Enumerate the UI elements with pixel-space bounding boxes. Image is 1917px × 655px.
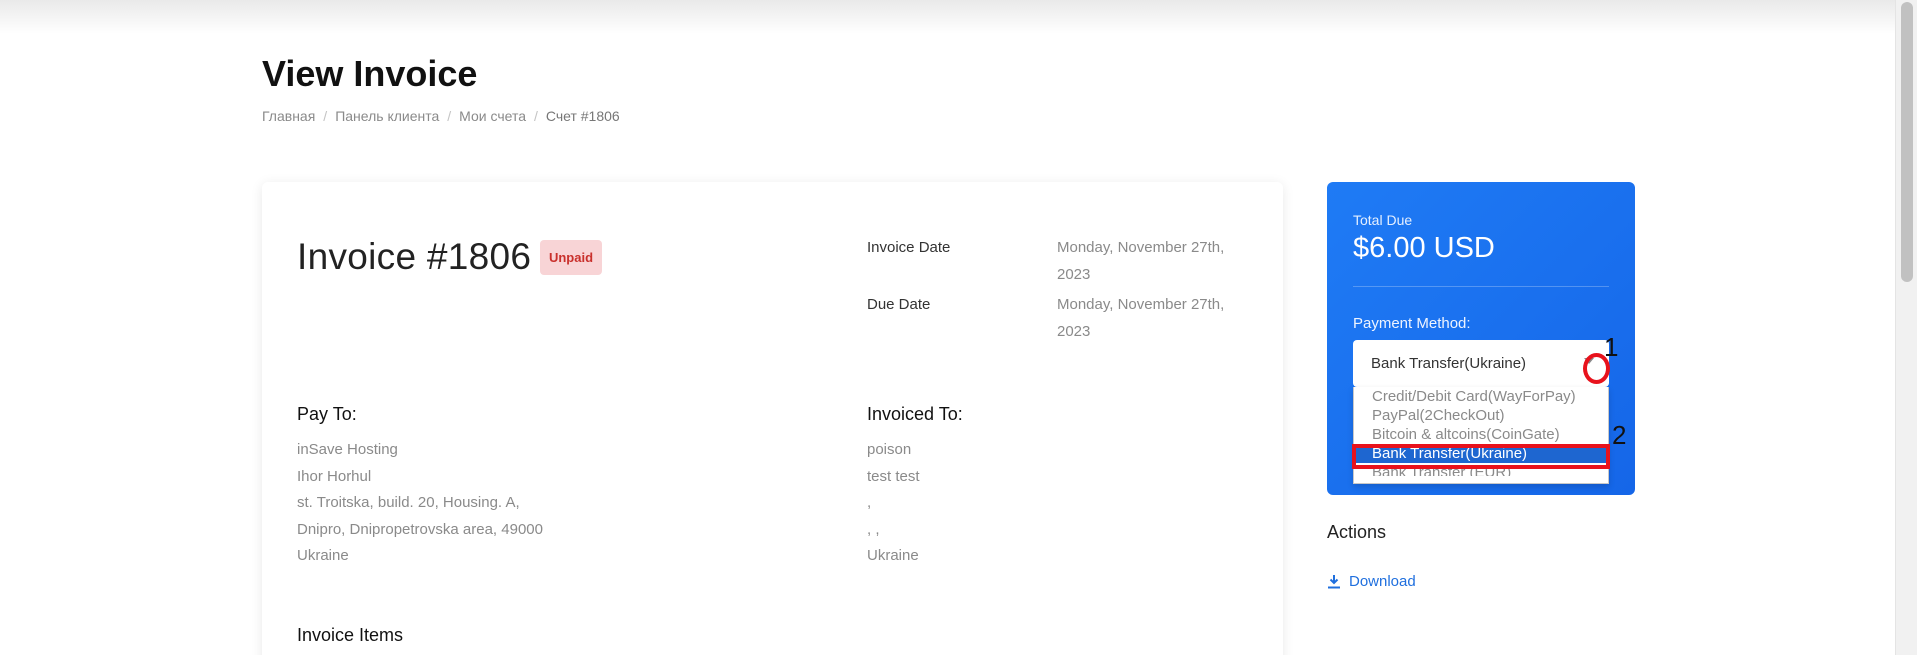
payment-method-dropdown-list[interactable]: Credit/Debit Card(WayForPay) PayPal(2Che… xyxy=(1353,387,1609,484)
download-link[interactable]: Download xyxy=(1327,573,1416,590)
dropdown-option-wayforpay[interactable]: Credit/Debit Card(WayForPay) xyxy=(1354,387,1608,406)
dropdown-option-coingate[interactable]: Bitcoin & altcoins(CoinGate) xyxy=(1354,425,1608,444)
breadcrumb-current: Счет #1806 xyxy=(545,108,620,124)
breadcrumb-home[interactable]: Главная xyxy=(262,108,315,124)
breadcrumb-separator: / xyxy=(447,108,452,124)
page-scrollbar[interactable] xyxy=(1895,0,1917,655)
pay-to-heading: Pay To: xyxy=(297,404,357,424)
total-due-amount: $6.00 USD xyxy=(1353,232,1495,264)
payment-method-selected: Bank Transfer(Ukraine) xyxy=(1371,355,1527,372)
invoiced-to-heading: Invoiced To: xyxy=(867,404,963,424)
scrollbar-thumb[interactable] xyxy=(1901,2,1913,282)
invoiced-to-line: Ukraine xyxy=(867,547,919,564)
invoiced-to-address: poison test test , , , Ukraine xyxy=(867,437,920,570)
breadcrumb: Главная / Панель клиента / Мои счета / С… xyxy=(262,108,620,124)
pay-to-line: Dnipro, Dnipropetrovska area, 49000 xyxy=(297,520,543,538)
payment-method-label: Payment Method: xyxy=(1353,315,1471,332)
due-date-label: Due Date xyxy=(867,296,931,313)
pay-to-line: inSave Hosting xyxy=(297,441,398,458)
invoice-title: Invoice #1806 xyxy=(297,236,532,277)
download-icon xyxy=(1328,575,1340,589)
pay-to-line: Ukraine xyxy=(297,547,349,564)
due-date-value: Monday, November 27th, 2023 xyxy=(1057,296,1225,340)
payment-method-select[interactable]: Bank Transfer(Ukraine) xyxy=(1353,340,1609,387)
top-header-shadow xyxy=(0,0,1895,34)
pay-to-line: Ihor Horhul xyxy=(297,467,372,485)
pay-to-address: inSave Hosting Ihor Horhul st. Troitska,… xyxy=(297,437,543,570)
invoiced-to-line: , xyxy=(867,494,872,511)
panel-divider xyxy=(1353,286,1609,287)
download-label: Download xyxy=(1349,573,1416,590)
annotation-highlight-box xyxy=(1352,444,1610,469)
invoiced-to-line: test test xyxy=(867,467,920,485)
invoiced-to-line: poison xyxy=(867,441,912,458)
breadcrumb-separator: / xyxy=(534,108,538,124)
status-badge: Unpaid xyxy=(540,240,602,275)
invoice-items-heading: Invoice Items xyxy=(297,625,404,645)
pay-to-line: st. Troitska, build. 20, Housing. A, xyxy=(297,494,520,511)
breadcrumb-client-area[interactable]: Панель клиента xyxy=(335,108,439,124)
annotation-number-1: 1 xyxy=(1604,332,1619,362)
invoice-date-label: Invoice Date xyxy=(867,239,951,256)
invoiced-to-line: , , xyxy=(867,520,880,538)
invoice-date-value: Monday, November 27th, 2023 xyxy=(1057,239,1225,283)
breadcrumb-my-invoices[interactable]: Мои счета xyxy=(459,108,526,124)
annotation-number-2: 2 xyxy=(1612,420,1627,450)
total-due-label: Total Due xyxy=(1353,212,1413,228)
breadcrumb-separator: / xyxy=(323,108,328,124)
page-title: View Invoice xyxy=(262,53,478,94)
invoice-card: Invoice #1806 Unpaid Invoice Date Monday… xyxy=(262,182,1283,655)
actions-heading: Actions xyxy=(1327,522,1387,542)
dropdown-option-paypal[interactable]: PayPal(2CheckOut) xyxy=(1354,406,1608,425)
